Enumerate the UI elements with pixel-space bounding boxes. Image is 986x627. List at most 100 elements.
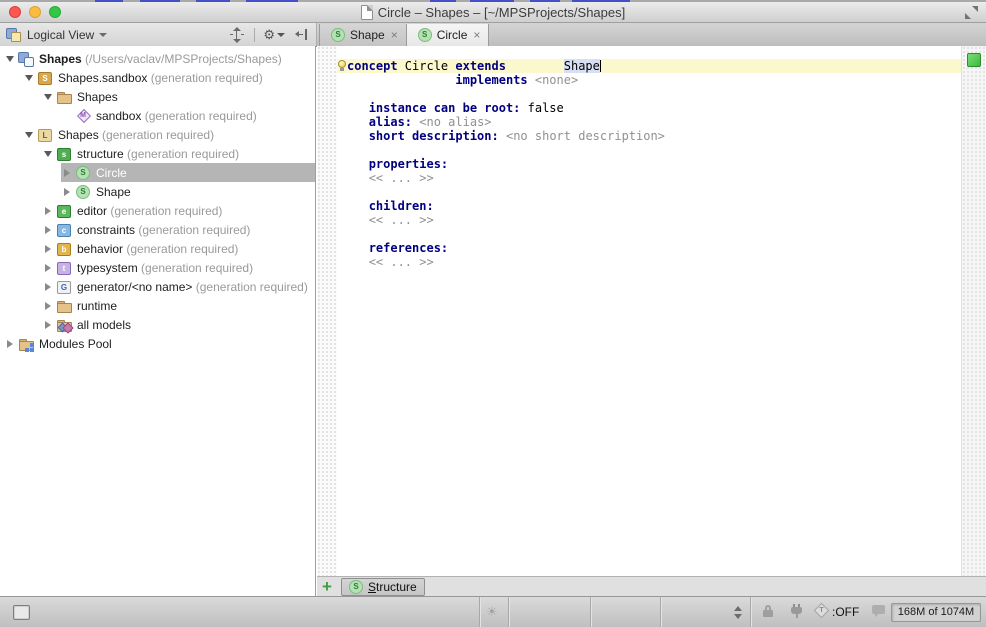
typesystem-status[interactable]: :OFF: [832, 605, 859, 619]
tab-structure[interactable]: S Structure: [341, 578, 425, 596]
code-segment: [347, 129, 369, 143]
lock-icon[interactable]: [763, 605, 773, 618]
tree-expand-closed-icon[interactable]: [61, 163, 73, 182]
editor-gutter: [317, 46, 337, 576]
memory-indicator[interactable]: 168M of 1074M: [891, 603, 981, 622]
toggle-toolwindows-icon[interactable]: [13, 605, 30, 620]
code-line: [337, 87, 962, 101]
view-selector-label[interactable]: Logical View: [27, 28, 94, 42]
tree-row-structure[interactable]: sstructure (generation required): [0, 144, 315, 163]
editor-tab-circle[interactable]: SCircle×: [407, 24, 490, 46]
solution-icon: S: [37, 70, 54, 86]
tree-expand-closed-icon[interactable]: [4, 334, 16, 353]
project-tree[interactable]: Shapes (/Users/vaclav/MPSProjects/Shapes…: [0, 46, 316, 596]
code-segment: instance can be root:: [369, 101, 521, 115]
tree-expand-open-icon[interactable]: [42, 144, 54, 163]
typesystem-t-icon[interactable]: T: [814, 603, 830, 619]
close-tab-icon[interactable]: ×: [473, 29, 480, 41]
code-line: concept Circle extends Shape: [337, 59, 962, 73]
concept-editor[interactable]: concept Circle extends Shape implements …: [317, 46, 986, 576]
editor-column: concept Circle extends Shape implements …: [317, 46, 986, 596]
tree-row-runtime[interactable]: runtime: [0, 296, 315, 315]
chevron-down-icon[interactable]: [99, 33, 107, 37]
code-segment: [347, 255, 369, 269]
tree-item-label: generator/<no name>: [77, 280, 192, 294]
editor-aspect-tabs: + S Structure: [317, 576, 986, 596]
main-area: Shapes (/Users/vaclav/MPSProjects/Shapes…: [0, 46, 986, 596]
tree-row-shape[interactable]: SShape: [0, 182, 315, 201]
add-aspect-button[interactable]: +: [317, 578, 337, 595]
editor-tab-shape[interactable]: SShape×: [319, 24, 407, 46]
tree-expand-open-icon[interactable]: [23, 125, 35, 144]
tree-item-suffix: (/Users/vaclav/MPSProjects/Shapes): [82, 52, 282, 66]
tree-expand-closed-icon[interactable]: [42, 277, 54, 296]
plug-icon[interactable]: [790, 604, 803, 618]
tree-item-suffix: (generation required): [141, 109, 256, 123]
tree-expand-closed-icon[interactable]: [42, 315, 54, 334]
window-titlebar[interactable]: Circle – Shapes – [~/MPSProjects/Shapes]: [0, 2, 986, 23]
code-segment: extends: [455, 59, 506, 73]
zoom-window-button[interactable]: [49, 6, 61, 18]
background-tasks-icon[interactable]: ☀: [486, 604, 498, 620]
project-panel-header: Logical View ⚙: [0, 23, 317, 46]
tree-row-editor[interactable]: eeditor (generation required): [0, 201, 315, 220]
tree-expand-closed-icon[interactable]: [42, 201, 54, 220]
tree-expand-closed-icon[interactable]: [42, 258, 54, 277]
tree-expand-open-icon[interactable]: [23, 68, 35, 87]
tree-item-suffix: (generation required): [135, 223, 250, 237]
tree-item-suffix: (generation required): [107, 204, 222, 218]
code-segment: properties:: [369, 157, 448, 171]
tree-row-modules-pool[interactable]: Modules Pool: [0, 334, 315, 353]
scroll-from-source-icon[interactable]: [230, 28, 244, 42]
tree-row-behavior[interactable]: bbehavior (generation required): [0, 239, 315, 258]
tree-row-shapes[interactable]: LShapes (generation required): [0, 125, 315, 144]
structure-tab-label: Structure: [368, 580, 417, 594]
tree-item-label: typesystem: [77, 261, 138, 275]
tool-row: Logical View ⚙ SShape×SCircle×: [0, 23, 986, 47]
tree-row-shapes[interactable]: Shapes (/Users/vaclav/MPSProjects/Shapes…: [0, 49, 315, 68]
tree-expand-open-icon[interactable]: [4, 49, 16, 68]
tree-row-generator-no-name[interactable]: Ggenerator/<no name> (generation require…: [0, 277, 315, 296]
minimize-window-button[interactable]: [29, 6, 41, 18]
code-line: << ... >>: [337, 171, 962, 185]
close-tab-icon[interactable]: ×: [391, 29, 398, 41]
code-line: instance can be root: false: [337, 101, 962, 115]
tree-expand-closed-icon[interactable]: [42, 239, 54, 258]
tree-row-constraints[interactable]: cconstraints (generation required): [0, 220, 315, 239]
tree-row-sandbox[interactable]: Msandbox (generation required): [0, 106, 315, 125]
tree-expand-closed-icon[interactable]: [61, 182, 73, 201]
generator-icon: G: [56, 279, 73, 295]
tree-item-label: all models: [77, 318, 131, 332]
folder-icon: [56, 89, 73, 105]
code-segment: alias:: [369, 115, 412, 129]
tree-expand-open-icon[interactable]: [42, 87, 54, 106]
inspection-ok-indicator: [967, 53, 981, 67]
notification-bubble-icon[interactable]: [872, 605, 885, 614]
code-segment: false: [520, 101, 563, 115]
intention-bulb-icon[interactable]: [338, 60, 347, 72]
code-segment: Circle: [398, 59, 456, 73]
tree-row-shapes-sandbox[interactable]: SShapes.sandbox (generation required): [0, 68, 315, 87]
settings-gear-icon[interactable]: ⚙: [263, 28, 285, 42]
editor-tab-bar: SShape×SCircle×: [317, 23, 986, 46]
fullscreen-icon[interactable]: [965, 6, 978, 19]
code-segment: <no alias>: [419, 115, 491, 129]
tree-expand-closed-icon[interactable]: [42, 296, 54, 315]
tree-item-label: Shape: [96, 185, 131, 199]
code-line: << ... >>: [337, 255, 962, 269]
tree-item-label: Shapes: [77, 90, 118, 104]
tree-row-circle[interactable]: SCircle: [0, 163, 315, 182]
tab-label: Shape: [350, 28, 385, 42]
language-icon: L: [37, 127, 54, 143]
tree-row-all-models[interactable]: all models: [0, 315, 315, 334]
error-stripe[interactable]: [961, 46, 986, 576]
code-area[interactable]: concept Circle extends Shape implements …: [337, 46, 962, 576]
tree-row-shapes[interactable]: Shapes: [0, 87, 315, 106]
tree-row-typesystem[interactable]: ttypesystem (generation required): [0, 258, 315, 277]
close-window-button[interactable]: [9, 6, 21, 18]
tree-item-label: Shapes: [39, 52, 82, 66]
stepper-arrows-icon[interactable]: [734, 606, 743, 619]
tree-expand-closed-icon[interactable]: [42, 220, 54, 239]
code-segment: [347, 101, 369, 115]
hide-panel-icon[interactable]: [295, 28, 308, 41]
